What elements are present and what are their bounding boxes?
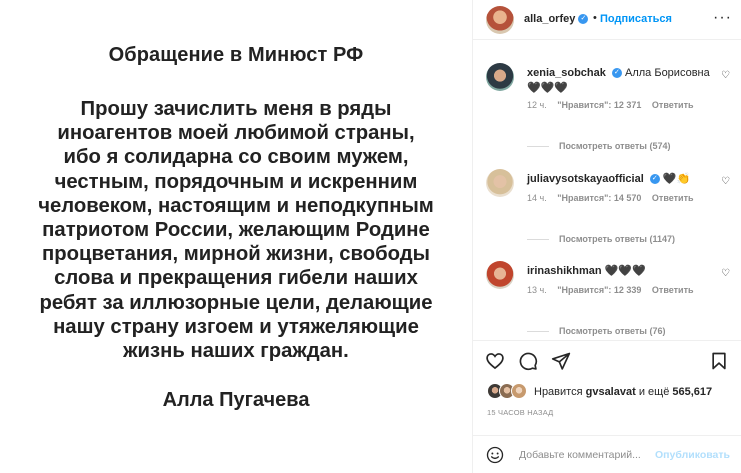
post-image: Обращение в Минюст РФ Прошу зачислить ме… [0, 0, 472, 473]
liker-username[interactable]: gvsalavat [586, 386, 636, 398]
comment-time: 13 ч. [527, 285, 547, 295]
emoji-icon[interactable] [486, 446, 504, 464]
add-comment-bar: Опубликовать [473, 435, 741, 473]
post-body-line: Прошу зачислить меня в ряды [80, 98, 392, 120]
comment-meta: 12 ч. "Нравится": 12 371 Ответить [527, 100, 702, 110]
post-body: Прошу зачислить меня в ряды иноагентов м… [10, 97, 462, 363]
like-comment-icon[interactable]: ♡ [721, 70, 730, 81]
comment-meta: 13 ч. "Нравится": 12 339 Ответить [527, 285, 702, 295]
post-body-line: честным, порядочным и искренним [54, 170, 418, 193]
like-comment-icon[interactable]: ♡ [721, 176, 730, 187]
bookmark-icon[interactable] [709, 351, 729, 371]
publish-button[interactable]: Опубликовать [655, 449, 730, 461]
comment-time: 14 ч. [527, 193, 547, 203]
comment-text: juliavysotskayaofficial ✓ 🖤👏 [527, 172, 715, 187]
commenter-username[interactable]: xenia_sobchak [527, 67, 606, 79]
post-body-line: иноагентов моей любимой страны, [57, 122, 415, 145]
author-username[interactable]: alla_orfey ✓ [524, 13, 589, 25]
view-replies-button[interactable]: Посмотреть ответы (76) [527, 326, 665, 336]
like-heart-icon[interactable] [485, 351, 505, 371]
commenter-avatar[interactable] [486, 169, 514, 197]
comment-emoji: 🖤🖤🖤 [527, 82, 569, 94]
comment-time: 12 ч. [527, 100, 547, 110]
follow-button[interactable]: Подписаться [600, 13, 672, 25]
share-send-icon[interactable] [551, 351, 571, 371]
post-header: alla_orfey ✓ • Подписаться ··· [473, 0, 741, 40]
verified-icon: ✓ [578, 14, 589, 25]
post-sidebar: alla_orfey ✓ • Подписаться ··· xenia_sobc… [472, 0, 741, 473]
reply-button[interactable]: Ответить [652, 100, 694, 110]
author-avatar[interactable] [486, 6, 514, 34]
author-username-text[interactable]: alla_orfey [524, 13, 575, 25]
likes-summary[interactable]: Нравится gvsalavat и ещё 565,617 [487, 383, 737, 403]
post-heading: Обращение в Минюст РФ [108, 44, 364, 66]
comment-body: Алла Борисовна [625, 67, 710, 79]
commenter-username[interactable]: irinashikhman [527, 265, 602, 277]
post-body-line: человеком, настоящим и неподкупным [38, 194, 434, 217]
verified-icon: ✓ [611, 68, 622, 79]
likes-middle: и ещё [638, 386, 670, 398]
comment-bubble-icon[interactable] [518, 351, 538, 371]
verified-icon: ✓ [649, 174, 660, 185]
like-comment-icon[interactable]: ♡ [721, 268, 730, 279]
comment-text: xenia_sobchak ✓ Алла Борисовна 🖤🖤🖤 [527, 66, 715, 96]
reply-button[interactable]: Ответить [652, 285, 694, 295]
separator-dot: • [593, 12, 597, 24]
post-body-line: патриотом России, желающим Родине [42, 219, 430, 242]
view-replies-button[interactable]: Посмотреть ответы (574) [527, 141, 671, 151]
post-signature: Алла Пугачева [162, 389, 310, 412]
action-bar [473, 340, 741, 380]
likes-text[interactable]: Нравится gvsalavat и ещё 565,617 [534, 386, 712, 398]
view-replies-button[interactable]: Посмотреть ответы (1147) [527, 234, 675, 244]
likes-count[interactable]: 565,617 [672, 386, 712, 398]
reply-button[interactable]: Ответить [652, 193, 694, 203]
post-body-line: слова и прекращения гибели наших [54, 267, 418, 290]
comment-likes[interactable]: "Нравится": 14 570 [557, 193, 641, 203]
post-body-line: жизнь наших граждан. [123, 340, 349, 363]
post-body-line: процветания, мирной жизни, свободы [42, 243, 430, 266]
comment-likes[interactable]: "Нравится": 12 371 [557, 100, 641, 110]
likes-prefix: Нравится [534, 386, 583, 398]
comment-body: 🖤👏 [662, 173, 691, 185]
more-options-icon[interactable]: ··· [713, 9, 732, 27]
commenter-avatar[interactable] [486, 63, 514, 91]
commenter-username[interactable]: juliavysotskayaofficial [527, 173, 644, 185]
post-body-line: ибо я солидарна со своим мужем, [63, 146, 409, 169]
comment-likes[interactable]: "Нравится": 12 339 [557, 285, 641, 295]
post-body-line: нашу страну изгоем и утяжеляющие [53, 315, 419, 338]
comment-body: 🖤🖤🖤 [604, 265, 646, 277]
post-timestamp: 15 ЧАСОВ НАЗАД [487, 408, 554, 417]
post-body-line: ребят за иллюзорные цели, делающие [39, 291, 433, 314]
commenter-avatar[interactable] [486, 261, 514, 289]
comment-input[interactable] [519, 446, 667, 464]
comments-list[interactable]: xenia_sobchak ✓ Алла Борисовна 🖤🖤🖤 ♡ 12 … [473, 41, 741, 340]
comment-text: irinashikhman 🖤🖤🖤 [527, 264, 715, 279]
comment-meta: 14 ч. "Нравится": 14 570 Ответить [527, 193, 702, 203]
liker-avatar [511, 383, 527, 399]
